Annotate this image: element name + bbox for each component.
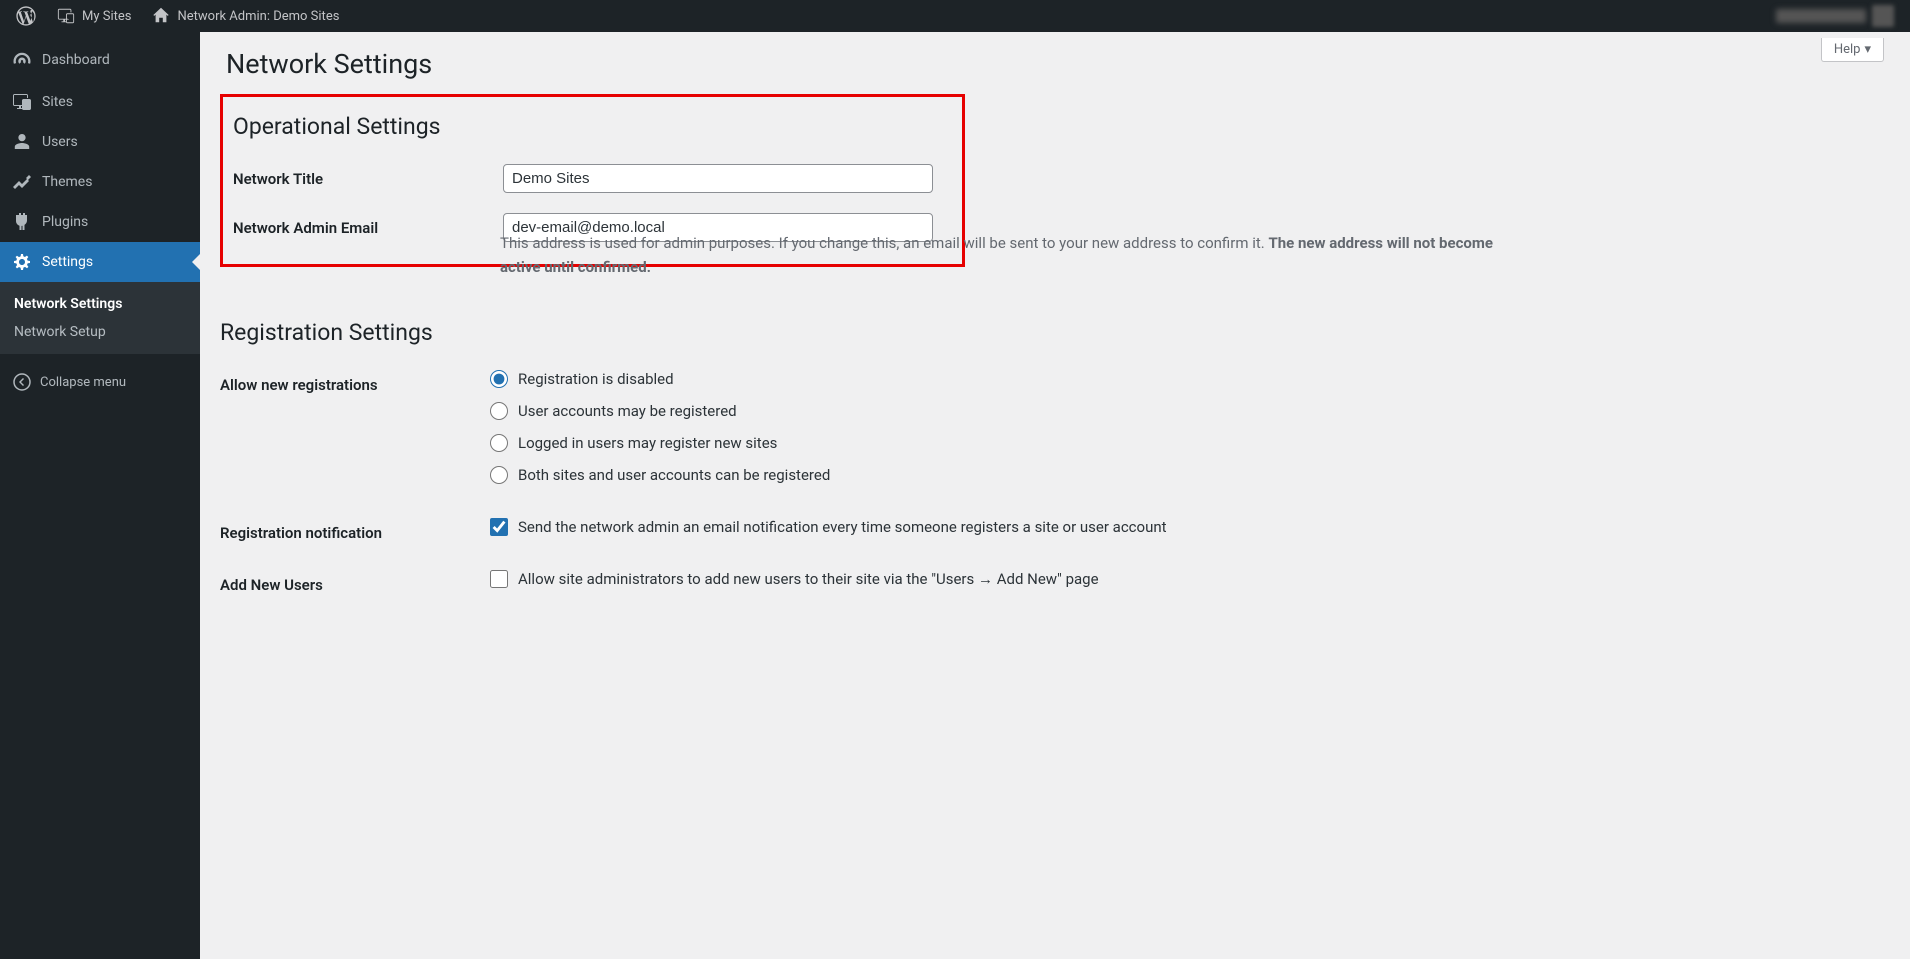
sidebar-item-users[interactable]: Users [0, 122, 200, 162]
sites-icon [56, 6, 76, 26]
sidebar-item-label: Plugins [42, 214, 88, 230]
collapse-menu-button[interactable]: Collapse menu [0, 360, 200, 404]
notification-checkbox[interactable] [490, 518, 508, 536]
registration-notification-label: Registration notification [220, 518, 490, 542]
sidebar-item-themes[interactable]: Themes [0, 162, 200, 202]
home-icon [151, 6, 171, 26]
wordpress-logo-icon [16, 6, 36, 26]
network-title-input[interactable] [503, 164, 933, 193]
admin-sidebar: Dashboard Sites Users Themes Plugins Set… [0, 32, 200, 959]
themes-icon [12, 172, 32, 192]
registration-notification-check[interactable]: Send the network admin an email notifica… [490, 518, 1890, 536]
network-title-label: Network Title [233, 164, 503, 188]
network-admin-label: Network Admin: Demo Sites [177, 9, 339, 24]
collapse-label: Collapse menu [40, 375, 126, 390]
sidebar-item-sites[interactable]: Sites [0, 82, 200, 122]
admin-email-description: This address is used for admin purposes.… [500, 231, 1520, 279]
sidebar-item-label: Themes [42, 174, 92, 190]
registration-option-sites[interactable]: Logged in users may register new sites [490, 434, 1890, 452]
admin-email-label: Network Admin Email [233, 213, 503, 237]
add-new-users-check[interactable]: Allow site administrators to add new use… [490, 570, 1890, 588]
dashboard-icon [12, 50, 32, 70]
registration-option-disabled[interactable]: Registration is disabled [490, 370, 1890, 388]
page-title: Network Settings [220, 32, 1890, 88]
sites-icon [12, 92, 32, 112]
account-menu[interactable] [1776, 5, 1902, 27]
sidebar-item-plugins[interactable]: Plugins [0, 202, 200, 242]
username-blurred [1776, 9, 1866, 23]
my-sites-label: My Sites [82, 9, 131, 24]
sidebar-item-label: Sites [42, 94, 73, 110]
radio-users[interactable] [490, 402, 508, 420]
settings-submenu: Network Settings Network Setup [0, 282, 200, 354]
add-new-users-label: Add New Users [220, 570, 490, 594]
registration-heading: Registration Settings [220, 309, 1890, 350]
avatar [1872, 5, 1894, 27]
plugins-icon [12, 212, 32, 232]
sidebar-item-dashboard[interactable]: Dashboard [0, 32, 200, 82]
users-icon [12, 132, 32, 152]
chevron-down-icon: ▾ [1864, 42, 1871, 57]
radio-both[interactable] [490, 466, 508, 484]
main-content: Help ▾ Network Settings Operational Sett… [200, 32, 1910, 642]
add-users-checkbox[interactable] [490, 570, 508, 588]
sidebar-item-label: Settings [42, 254, 93, 270]
operational-heading: Operational Settings [233, 103, 952, 144]
wp-logo-menu[interactable] [8, 0, 44, 32]
registration-option-users[interactable]: User accounts may be registered [490, 402, 1890, 420]
submenu-network-setup[interactable]: Network Setup [0, 318, 200, 346]
settings-icon [12, 252, 32, 272]
allow-registrations-label: Allow new registrations [220, 370, 490, 394]
sidebar-item-settings[interactable]: Settings [0, 242, 200, 282]
my-sites-menu[interactable]: My Sites [48, 0, 139, 32]
collapse-icon [12, 372, 32, 392]
help-tab[interactable]: Help ▾ [1821, 38, 1884, 62]
radio-sites[interactable] [490, 434, 508, 452]
help-label: Help [1834, 42, 1861, 57]
sidebar-item-label: Users [42, 134, 78, 150]
registration-option-both[interactable]: Both sites and user accounts can be regi… [490, 466, 1890, 484]
radio-disabled[interactable] [490, 370, 508, 388]
admin-toolbar: My Sites Network Admin: Demo Sites [0, 0, 1910, 32]
submenu-network-settings[interactable]: Network Settings [0, 290, 200, 318]
sidebar-item-label: Dashboard [42, 52, 110, 68]
network-admin-link[interactable]: Network Admin: Demo Sites [143, 0, 347, 32]
